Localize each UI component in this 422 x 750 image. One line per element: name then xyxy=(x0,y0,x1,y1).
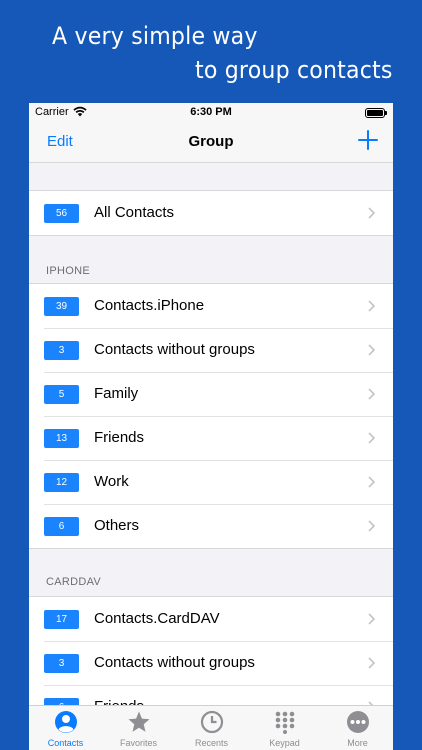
group-label: Contacts without groups xyxy=(94,341,255,358)
clock-icon xyxy=(200,710,224,734)
tab-label: Favorites xyxy=(119,738,157,748)
group-row[interactable]: 13 Friends xyxy=(29,416,393,460)
count-badge: 3 xyxy=(44,654,79,673)
group-label: Work xyxy=(94,473,129,490)
chevron-right-icon xyxy=(368,207,375,219)
group-row[interactable]: 3 Contacts without groups xyxy=(29,328,393,372)
count-badge: 17 xyxy=(44,610,79,629)
status-bar: Carrier 6:30 PM xyxy=(29,103,393,123)
chevron-right-icon xyxy=(368,520,375,532)
group-row[interactable]: 6 Others xyxy=(29,504,393,548)
promo-headline-line2: to group contacts xyxy=(195,56,393,84)
group-label: Contacts without groups xyxy=(94,654,255,671)
chevron-right-icon xyxy=(368,300,375,312)
tab-label: Recents xyxy=(194,738,229,748)
battery-icon xyxy=(365,108,387,118)
chevron-right-icon xyxy=(368,613,375,625)
iphone-section: 39 Contacts.iPhone 3 Contacts without gr… xyxy=(29,283,393,549)
tab-label: Contacts xyxy=(47,738,84,748)
group-label: Others xyxy=(94,517,140,534)
tab-contacts[interactable]: Contacts xyxy=(29,706,102,750)
tab-more[interactable]: More xyxy=(321,706,393,750)
person-circle-icon xyxy=(55,711,77,733)
promo-headline-line1: A very simple way xyxy=(52,22,258,50)
chevron-right-icon xyxy=(368,476,375,488)
count-badge: 5 xyxy=(44,385,79,404)
group-row[interactable]: 3 Contacts without groups xyxy=(29,641,393,685)
group-row[interactable]: 17 Contacts.CardDAV xyxy=(29,597,393,641)
count-badge: 56 xyxy=(44,204,79,223)
all-contacts-section: 56 All Contacts xyxy=(29,190,393,236)
status-time: 6:30 PM xyxy=(190,106,232,118)
group-row[interactable]: 5 Family xyxy=(29,372,393,416)
chevron-right-icon xyxy=(368,657,375,669)
more-dots-icon xyxy=(347,711,369,733)
group-label: Friends xyxy=(94,429,145,446)
count-badge: 13 xyxy=(44,429,79,448)
group-label: Contacts.CardDAV xyxy=(94,610,220,627)
add-group-button[interactable] xyxy=(357,129,379,151)
section-header-carddav: CARDDAV xyxy=(46,576,102,588)
tab-keypad[interactable]: Keypad xyxy=(248,706,321,750)
tab-bar: Contacts Favorites Recents Keypad More xyxy=(29,705,393,750)
group-label: All Contacts xyxy=(94,204,175,221)
group-row[interactable]: 39 Contacts.iPhone xyxy=(29,284,393,328)
count-badge: 39 xyxy=(44,297,79,316)
count-badge: 3 xyxy=(44,341,79,360)
page-title: Group xyxy=(188,133,234,150)
star-icon xyxy=(128,711,150,732)
tab-label: More xyxy=(347,738,368,748)
group-row[interactable]: 12 Work xyxy=(29,460,393,504)
keypad-icon xyxy=(275,711,295,734)
section-header-iphone: IPHONE xyxy=(46,265,90,277)
group-label: Contacts.iPhone xyxy=(94,297,205,314)
group-row-all-contacts[interactable]: 56 All Contacts xyxy=(29,191,393,235)
chevron-right-icon xyxy=(368,432,375,444)
group-label: Family xyxy=(94,385,139,402)
navigation-bar: Edit Group xyxy=(29,123,393,163)
tab-label: Keypad xyxy=(269,738,300,748)
tab-favorites[interactable]: Favorites xyxy=(102,706,175,750)
count-badge: 12 xyxy=(44,473,79,492)
phone-screen: Carrier 6:30 PM Edit Group 56 All Contac… xyxy=(29,103,393,750)
count-badge: 6 xyxy=(44,517,79,536)
chevron-right-icon xyxy=(368,344,375,356)
tab-recents[interactable]: Recents xyxy=(175,706,248,750)
chevron-right-icon xyxy=(368,388,375,400)
